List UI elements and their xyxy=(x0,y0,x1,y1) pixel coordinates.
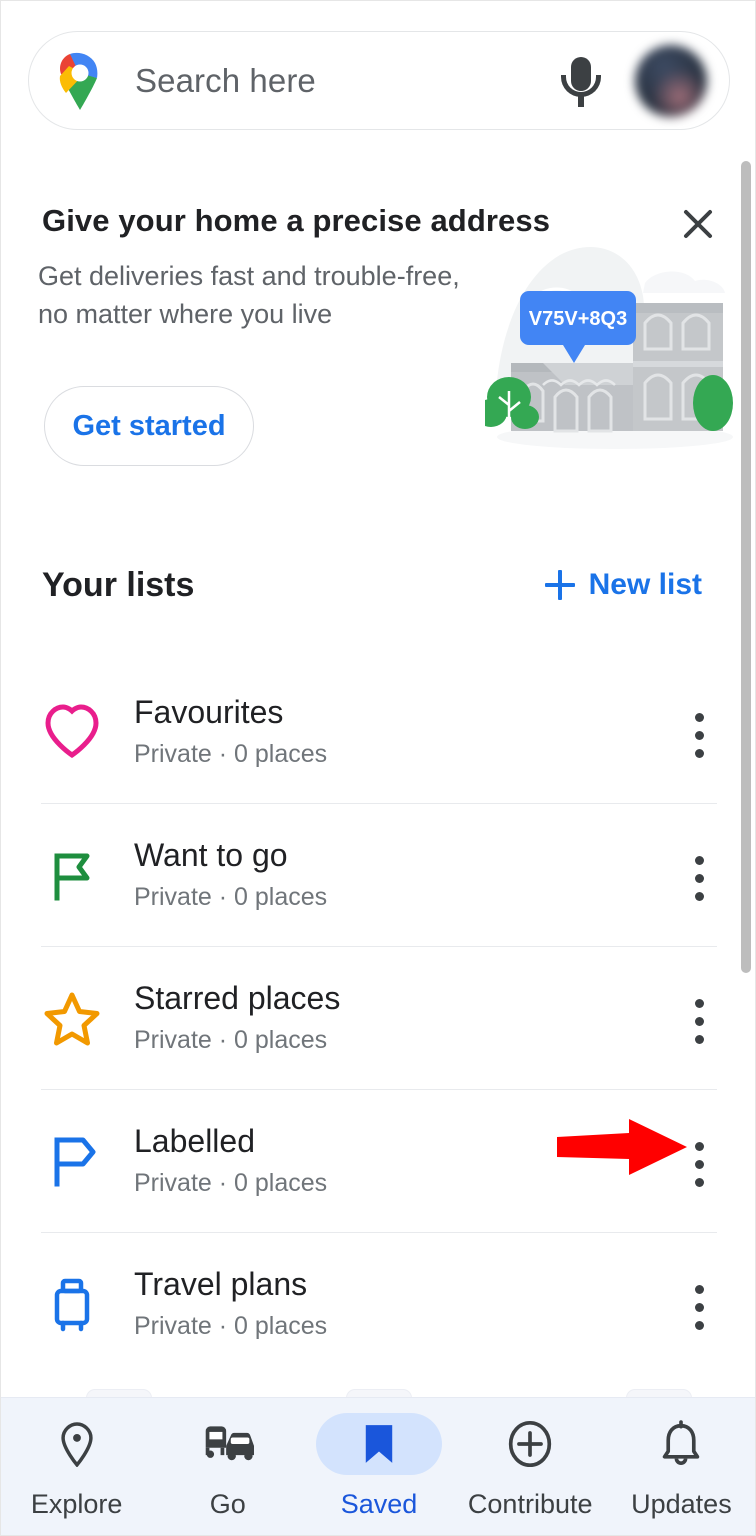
nav-item-go[interactable]: Go xyxy=(152,1398,303,1535)
search-input[interactable]: Search here xyxy=(135,62,553,100)
bottom-navigation: Explore Go Saved Contribute Updates xyxy=(1,1397,755,1535)
more-vertical-icon[interactable] xyxy=(685,844,713,906)
list-item-want-to-go[interactable]: Want to go Private · 0 places xyxy=(1,804,755,946)
list-item-name: Favourites xyxy=(134,694,284,730)
nav-label-explore: Explore xyxy=(30,1489,123,1519)
new-list-button[interactable]: New list xyxy=(544,568,702,602)
plus-code-label: V75V+8Q3 xyxy=(529,308,627,330)
flag-icon xyxy=(41,844,103,906)
list-item-meta: Private · 0 places xyxy=(134,1026,328,1054)
bell-icon xyxy=(618,1413,744,1475)
precise-address-promo-card: Give your home a precise address Get del… xyxy=(1,181,755,511)
nav-label-saved: Saved xyxy=(340,1489,418,1519)
microphone-icon[interactable] xyxy=(553,51,609,111)
get-started-button[interactable]: Get started xyxy=(44,386,254,466)
promo-subtitle: Get deliveries fast and trouble-free, no… xyxy=(38,261,460,329)
more-vertical-icon[interactable] xyxy=(685,987,713,1049)
nav-item-saved[interactable]: Saved xyxy=(303,1398,454,1535)
account-avatar[interactable] xyxy=(635,44,707,117)
more-vertical-icon[interactable] xyxy=(685,1273,713,1335)
your-lists-header: Your lists New list xyxy=(1,566,755,626)
new-list-label: New list xyxy=(588,568,702,601)
vertical-scrollbar[interactable] xyxy=(741,161,751,973)
bookmark-filled-icon xyxy=(316,1413,442,1475)
nav-label-updates: Updates xyxy=(631,1489,732,1519)
list-item-meta: Private · 0 places xyxy=(134,1312,328,1340)
nav-item-contribute[interactable]: Contribute xyxy=(455,1398,606,1535)
google-maps-saved-screen: Search here Give your home a precise add… xyxy=(0,0,756,1536)
list-item-meta: Private · 0 places xyxy=(134,883,328,911)
list-item-meta: Private · 0 places xyxy=(134,740,328,768)
plus-code-illustration: V75V+8Q3 xyxy=(475,241,733,451)
label-flag-icon xyxy=(41,1130,103,1192)
location-pin-icon xyxy=(14,1413,140,1475)
list-item-meta: Private · 0 places xyxy=(134,1169,328,1197)
more-vertical-icon[interactable] xyxy=(685,1130,713,1192)
nav-item-updates[interactable]: Updates xyxy=(606,1398,755,1535)
list-item-text: Labelled Private · 0 places xyxy=(134,1120,327,1202)
search-bar[interactable]: Search here xyxy=(28,31,730,130)
page-title: Your lists xyxy=(42,566,195,604)
saved-lists: Favourites Private · 0 places Want to go… xyxy=(1,661,755,1375)
commute-icon xyxy=(165,1413,291,1475)
plus-icon xyxy=(544,570,575,600)
google-maps-pin-icon xyxy=(57,52,103,110)
nav-label-contribute: Contribute xyxy=(467,1489,593,1519)
more-vertical-icon[interactable] xyxy=(685,701,713,763)
list-item-text: Favourites Private · 0 places xyxy=(134,691,327,773)
list-item-starred-places[interactable]: Starred places Private · 0 places xyxy=(1,947,755,1089)
list-item-text: Starred places Private · 0 places xyxy=(134,977,340,1059)
list-item-favourites[interactable]: Favourites Private · 0 places xyxy=(1,661,755,803)
list-item-name: Travel plans xyxy=(134,1266,308,1302)
plus-circle-icon xyxy=(467,1413,593,1475)
list-item-text: Want to go Private · 0 places xyxy=(134,834,327,916)
suitcase-icon xyxy=(41,1273,103,1335)
list-item-name: Labelled xyxy=(134,1123,255,1159)
annotation-arrow-icon xyxy=(557,1119,687,1175)
star-icon xyxy=(41,987,103,1049)
nav-item-explore[interactable]: Explore xyxy=(1,1398,152,1535)
promo-title: Give your home a precise address xyxy=(42,203,551,238)
nav-label-go: Go xyxy=(209,1489,246,1519)
heart-icon xyxy=(41,701,103,763)
list-item-text: Travel plans Private · 0 places xyxy=(134,1263,327,1345)
list-item-travel-plans[interactable]: Travel plans Private · 0 places xyxy=(1,1233,755,1375)
list-item-name: Starred places xyxy=(134,980,341,1016)
list-item-name: Want to go xyxy=(134,837,288,873)
